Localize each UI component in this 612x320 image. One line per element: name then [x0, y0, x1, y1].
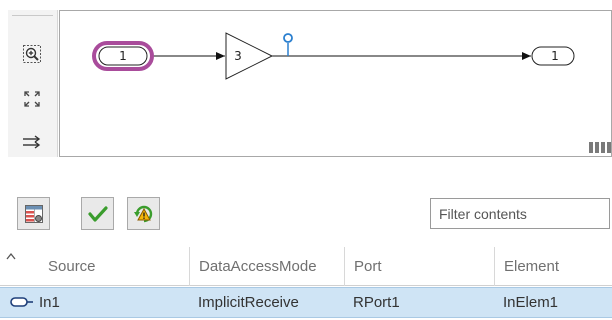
cell-source: In1: [39, 294, 60, 311]
gain-value: 3: [234, 49, 242, 63]
outport-number: 1: [551, 49, 559, 63]
column-header-source[interactable]: Source: [39, 247, 189, 286]
model-diagram: 1 3 1: [92, 32, 575, 80]
table-settings-button[interactable]: [17, 197, 50, 230]
canvas-scroll-grip[interactable]: [589, 142, 611, 153]
apply-button[interactable]: [81, 197, 114, 230]
inport-number: 1: [119, 49, 127, 63]
zoom-in-icon: [23, 45, 41, 63]
cell-port[interactable]: RPort1: [344, 288, 494, 317]
column-header-element[interactable]: Element: [494, 247, 612, 286]
zoom-in-button[interactable]: [21, 43, 43, 65]
signal-arrows-icon: [23, 135, 41, 149]
table-header: Source DataAccessMode Port Element: [0, 247, 612, 286]
cell-data-access-mode[interactable]: ImplicitReceive: [189, 288, 344, 317]
gain-block[interactable]: 3: [225, 32, 274, 80]
palette-grip: [12, 15, 53, 16]
model-palette: [8, 10, 58, 157]
table-row[interactable]: In1 ImplicitReceive RPort1 InElem1: [0, 287, 612, 318]
mapping-table: Source DataAccessMode Port Element In1 I…: [0, 247, 612, 318]
column-header-data-access-mode[interactable]: DataAccessMode: [189, 247, 344, 286]
refresh-warning-icon: [133, 205, 152, 222]
column-header-port[interactable]: Port: [344, 247, 494, 286]
refresh-button[interactable]: [127, 197, 160, 230]
filter-contents-input[interactable]: [430, 198, 610, 229]
sort-caret-icon[interactable]: [5, 251, 19, 263]
outport-block[interactable]: 1: [531, 46, 575, 66]
fit-to-view-button[interactable]: [21, 88, 43, 110]
cell-element[interactable]: InElem1: [494, 288, 612, 317]
fit-to-view-icon: [24, 91, 40, 107]
inport-block[interactable]: 1: [92, 41, 154, 71]
checkmark-icon: [87, 205, 108, 222]
table-settings-icon: [24, 204, 43, 223]
signal-arrows-button[interactable]: [21, 131, 43, 153]
model-canvas[interactable]: 1 3 1: [59, 10, 612, 157]
test-point-icon: [283, 33, 293, 56]
